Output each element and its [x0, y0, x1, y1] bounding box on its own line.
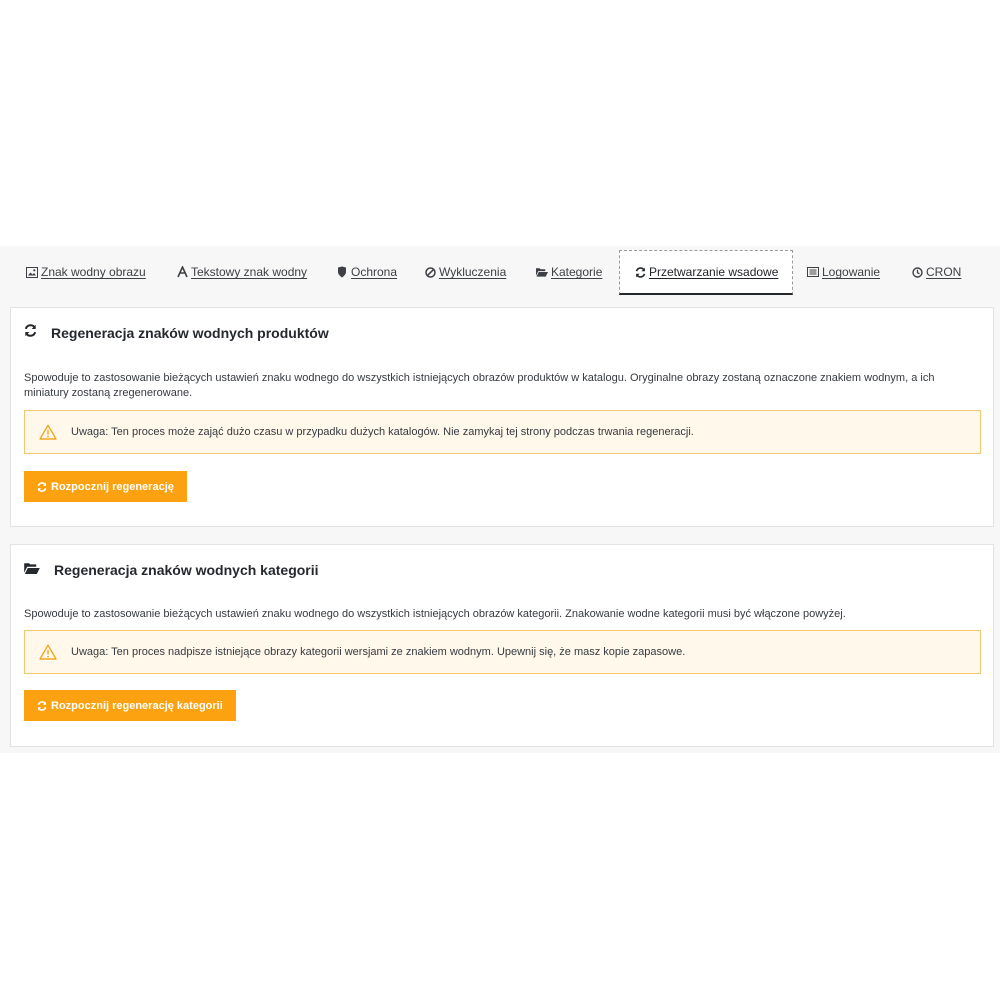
folder-open-icon: [24, 561, 40, 579]
tab-label: Kategorie: [551, 265, 603, 279]
tab-label: Znak wodny obrazu: [41, 265, 146, 279]
list-icon: [807, 266, 819, 278]
panel-title: Regeneracja znaków wodnych produktów: [51, 325, 329, 341]
refresh-icon: [24, 324, 37, 342]
tab-protection[interactable]: Ochrona: [336, 250, 397, 294]
image-icon: [26, 266, 38, 278]
warning-alert: Uwaga: Ten proces nadpisze istniejące ob…: [24, 630, 981, 674]
tab-label: Przetwarzanie wsadowe: [649, 265, 779, 279]
tab-image-watermark[interactable]: Znak wodny obrazu: [26, 250, 146, 294]
warning-icon: [39, 644, 57, 660]
warning-alert: Uwaga: Ten proces może zająć dużo czasu …: [24, 410, 981, 454]
tab-bar: Znak wodny obrazu Tekstowy znak wodny Oc…: [0, 246, 1000, 296]
product-regeneration-panel: Regeneracja znaków wodnych produktów Spo…: [10, 307, 994, 527]
tab-text-watermark[interactable]: Tekstowy znak wodny: [176, 250, 307, 294]
tab-label: Tekstowy znak wodny: [191, 265, 308, 279]
panel-header: Regeneracja znaków wodnych kategorii: [24, 561, 319, 579]
start-product-regeneration-button[interactable]: Rozpocznij regenerację: [24, 471, 187, 502]
refresh-icon: [634, 266, 646, 278]
warning-icon: [39, 424, 57, 440]
warning-text: Uwaga: Ten proces nadpisze istniejące ob…: [71, 646, 686, 658]
tab-label: CRON: [926, 265, 962, 279]
tab-categories[interactable]: Kategorie: [536, 250, 602, 294]
font-icon: [176, 266, 188, 278]
refresh-icon: [37, 481, 47, 492]
tab-label: Ochrona: [351, 265, 398, 279]
panel-description: Spowoduje to zastosowanie bieżących usta…: [24, 372, 935, 399]
ban-icon: [424, 266, 436, 278]
warning-text: Uwaga: Ten proces może zająć dużo czasu …: [71, 426, 694, 438]
folder-open-icon: [536, 266, 548, 278]
tab-logging[interactable]: Logowanie: [807, 250, 880, 294]
category-regeneration-panel: Regeneracja znaków wodnych kategorii Spo…: [10, 544, 994, 747]
button-label: Rozpocznij regenerację kategorii: [51, 699, 223, 712]
panel-title: Regeneracja znaków wodnych kategorii: [54, 562, 319, 578]
refresh-icon: [37, 700, 47, 711]
clock-icon: [911, 266, 923, 278]
tab-exclusions[interactable]: Wykluczenia: [424, 250, 506, 294]
shield-icon: [336, 266, 348, 278]
start-category-regeneration-button[interactable]: Rozpocznij regenerację kategorii: [24, 690, 236, 721]
button-label: Rozpocznij regenerację: [51, 480, 174, 493]
panel-header: Regeneracja znaków wodnych produktów: [24, 324, 329, 342]
module-config-area: Znak wodny obrazu Tekstowy znak wodny Oc…: [0, 246, 1000, 753]
tab-cron[interactable]: CRON: [911, 250, 961, 294]
panel-description: Spowoduje to zastosowanie bieżących usta…: [24, 608, 846, 620]
tab-batch-processing[interactable]: Przetwarzanie wsadowe: [619, 250, 794, 295]
tab-label: Logowanie: [822, 265, 881, 279]
tab-label: Wykluczenia: [439, 265, 507, 279]
